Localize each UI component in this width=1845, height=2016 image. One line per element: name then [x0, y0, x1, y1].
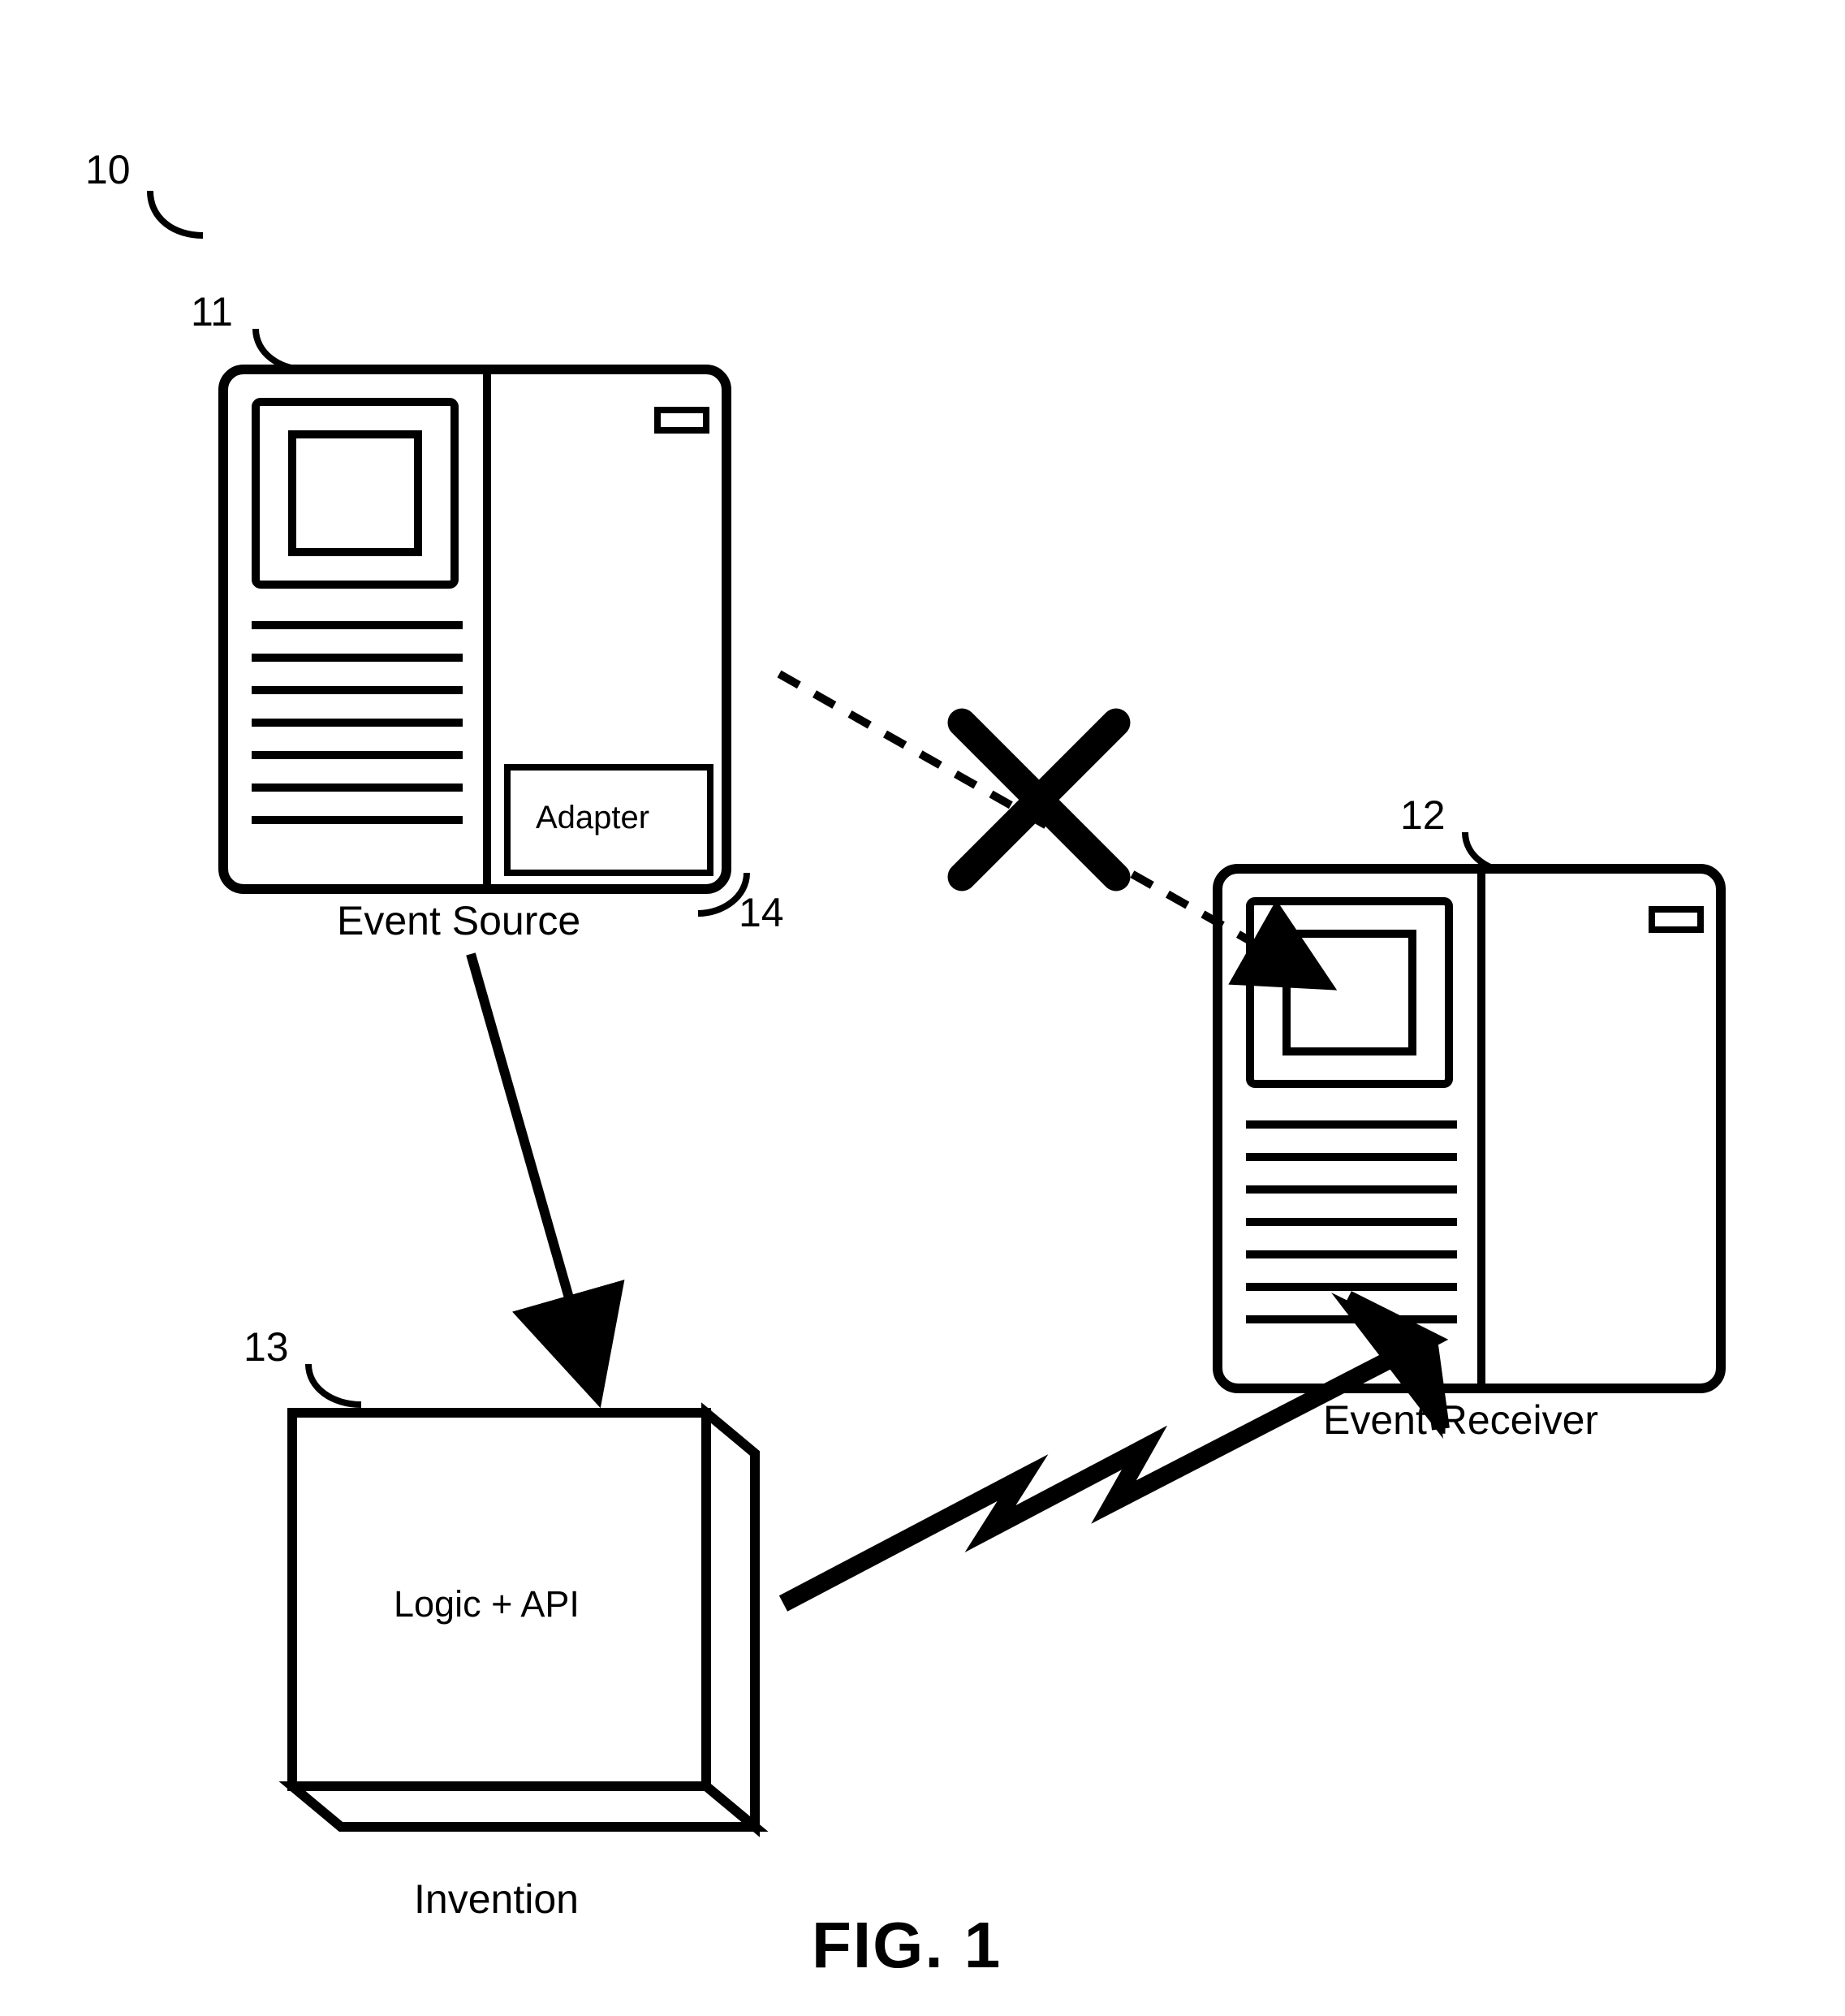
x-mark-icon — [962, 723, 1116, 877]
event-source-computer — [223, 329, 747, 913]
blocked-path-arrow — [779, 674, 1295, 966]
event-receiver-caption: Event Receiver — [1323, 1397, 1598, 1444]
diagram-svg — [0, 0, 1845, 2016]
ref-14: 14 — [739, 889, 784, 936]
source-to-invention-arrow — [471, 954, 584, 1352]
invention-caption: Invention — [414, 1876, 579, 1923]
diagram-figure-1: 10 11 Adapter Event Source 14 12 Event R… — [0, 0, 1845, 2016]
ref-13: 13 — [244, 1323, 289, 1371]
event-source-caption: Event Source — [337, 897, 580, 944]
ref-hook-10 — [150, 191, 203, 235]
ref-10: 10 — [85, 146, 131, 193]
figure-caption: FIG. 1 — [812, 1908, 1002, 1983]
invention-label: Logic + API — [394, 1583, 580, 1625]
adapter-label: Adapter — [536, 800, 649, 836]
event-receiver-computer — [1218, 832, 1721, 1388]
ref-11: 11 — [191, 288, 233, 335]
ref-12: 12 — [1400, 792, 1446, 839]
